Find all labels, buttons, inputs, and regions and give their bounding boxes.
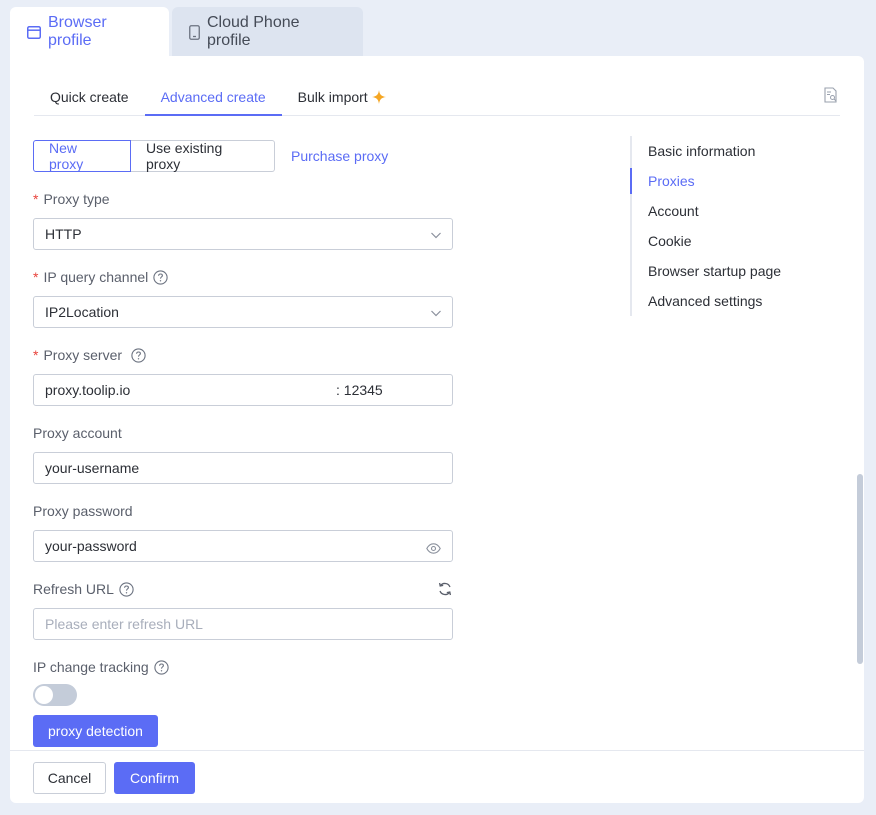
proxy-account-input[interactable]: your-username [33, 452, 453, 484]
proxy-mode-switch: New proxy Use existing proxy Purchase pr… [33, 140, 453, 172]
proxy-detection-button[interactable]: proxy detection [33, 715, 158, 747]
proxy-form: New proxy Use existing proxy Purchase pr… [33, 140, 453, 747]
ip-query-channel-label: * IP query channel [33, 267, 168, 287]
dialog-footer: Cancel Confirm [10, 750, 864, 803]
confirm-button[interactable]: Confirm [114, 762, 195, 794]
anchor-proxies[interactable]: Proxies [630, 166, 830, 196]
refresh-url-input[interactable]: Please enter refresh URL [33, 608, 453, 640]
eye-icon[interactable] [426, 541, 441, 557]
proxy-server-input[interactable]: proxy.toolip.io : 12345 [33, 374, 453, 406]
anchor-account[interactable]: Account [632, 196, 830, 226]
document-search-icon[interactable] [824, 87, 838, 108]
proxy-type-label-text: Proxy type [43, 191, 110, 207]
proxy-password-input[interactable]: your-password [33, 530, 453, 562]
proxy-server-port[interactable]: : 12345 [336, 382, 383, 398]
purchase-proxy-link[interactable]: Purchase proxy [291, 148, 388, 164]
proxy-account-value: your-username [45, 460, 140, 476]
chevron-down-icon [430, 306, 442, 322]
phone-icon [189, 24, 200, 40]
tab-bulk-import[interactable]: Bulk import [282, 80, 402, 116]
tab-bulk-import-label: Bulk import [297, 89, 368, 105]
use-existing-proxy-button[interactable]: Use existing proxy [131, 140, 275, 172]
ip-query-channel-label-text: IP query channel [43, 269, 149, 285]
proxy-type-select[interactable]: HTTP [33, 218, 453, 250]
section-anchor-nav: Basic information Proxies Account Cookie… [630, 136, 830, 316]
proxy-account-label: Proxy account [33, 425, 122, 441]
refresh-url-label-text: Refresh URL [33, 581, 114, 597]
help-icon[interactable] [131, 347, 146, 363]
toggle-knob [35, 686, 53, 704]
tab-advanced-create[interactable]: Advanced create [144, 80, 282, 116]
proxy-type-value: HTTP [45, 226, 82, 242]
tab-cloud-phone-profile-label: Cloud Phone profile [207, 14, 300, 49]
tab-browser-profile[interactable]: Browser profile [10, 7, 169, 57]
sparkle-icon [371, 90, 386, 107]
refresh-icon[interactable] [437, 581, 453, 602]
create-profile-panel: Quick create Advanced create Bulk import… [10, 56, 864, 803]
proxy-server-label-text: Proxy server [43, 347, 123, 363]
refresh-url-placeholder: Please enter refresh URL [45, 616, 203, 632]
anchor-advanced-settings[interactable]: Advanced settings [632, 286, 830, 316]
new-proxy-button[interactable]: New proxy [33, 140, 131, 172]
tab-browser-profile-label: Browser profile [48, 14, 107, 49]
anchor-basic-information[interactable]: Basic information [632, 136, 830, 166]
tab-quick-create[interactable]: Quick create [34, 80, 145, 116]
anchor-browser-startup-page[interactable]: Browser startup page [632, 256, 830, 286]
help-icon[interactable] [154, 659, 169, 675]
tab-cloud-phone-profile[interactable]: Cloud Phone profile [172, 7, 363, 57]
proxy-password-label: Proxy password [33, 503, 133, 519]
ip-change-tracking-label-text: IP change tracking [33, 659, 149, 675]
ip-query-channel-value: IP2Location [45, 304, 119, 320]
proxy-server-label: * Proxy server [33, 345, 146, 365]
create-mode-tabs: Quick create Advanced create Bulk import [34, 80, 840, 116]
proxy-server-host[interactable]: proxy.toolip.io [45, 382, 130, 398]
profile-type-tabs: Browser profile Cloud Phone profile [10, 7, 363, 57]
scrollbar-thumb[interactable] [857, 474, 863, 664]
proxy-password-value: your-password [45, 538, 137, 554]
browser-window-icon [27, 25, 41, 39]
ip-query-channel-select[interactable]: IP2Location [33, 296, 453, 328]
anchor-cookie[interactable]: Cookie [632, 226, 830, 256]
help-icon[interactable] [119, 581, 134, 597]
refresh-url-label: Refresh URL [33, 579, 134, 599]
help-icon[interactable] [153, 269, 168, 285]
ip-change-tracking-toggle[interactable] [33, 684, 77, 706]
proxy-type-label: * Proxy type [33, 191, 110, 207]
chevron-down-icon [430, 228, 442, 244]
ip-change-tracking-label: IP change tracking [33, 657, 169, 677]
cancel-button[interactable]: Cancel [33, 762, 106, 794]
